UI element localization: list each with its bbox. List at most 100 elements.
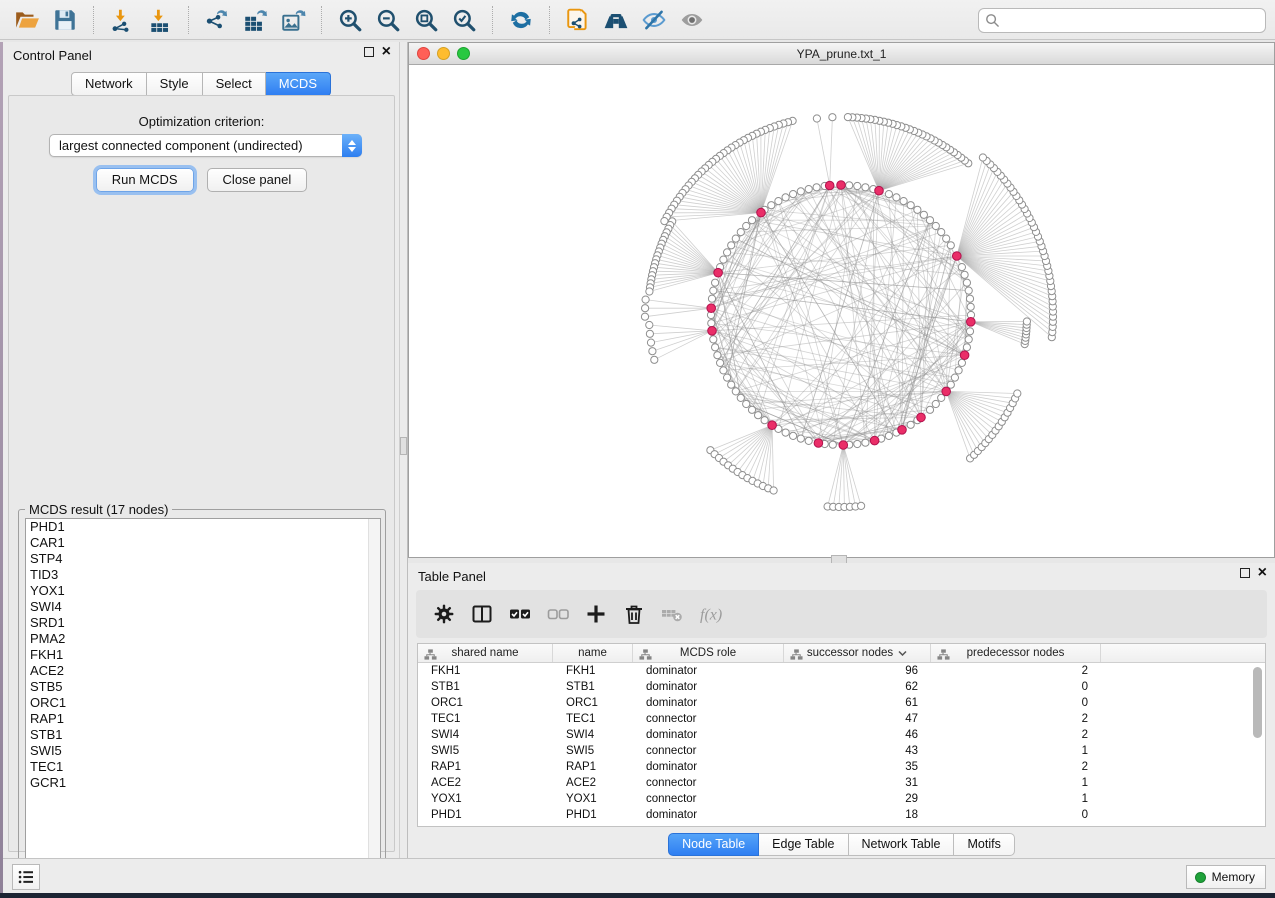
network-node[interactable] [862,184,869,191]
network-node[interactable] [712,344,719,351]
float-panel-icon[interactable] [364,47,374,57]
network-node[interactable] [965,336,972,343]
network-node[interactable] [885,191,892,198]
network-node[interactable] [710,336,717,343]
network-node[interactable] [728,242,735,249]
network-node[interactable] [775,198,782,205]
network-node[interactable] [761,417,768,424]
mcds-hub-node[interactable] [714,268,723,277]
mcds-hub-node[interactable] [953,252,962,261]
network-leaf-node[interactable] [642,296,649,303]
zoom-in-button[interactable] [331,3,369,37]
table-row[interactable]: YOX1YOX1connector291 [418,791,1265,807]
first-neighbors-button[interactable] [597,3,635,37]
tab-style[interactable]: Style [147,72,203,96]
network-node[interactable] [951,374,958,381]
zoom-out-button[interactable] [369,3,407,37]
import-network-button[interactable] [103,3,141,37]
mcds-result-item[interactable]: PHD1 [26,519,380,535]
tab-motifs[interactable]: Motifs [954,833,1014,856]
network-node[interactable] [708,320,715,327]
add-button[interactable] [580,597,612,631]
network-node[interactable] [958,359,965,366]
mcds-result-item[interactable]: SWI5 [26,743,380,759]
network-leaf-node[interactable] [1023,318,1030,325]
network-node[interactable] [846,182,853,189]
mcds-result-list[interactable]: PHD1CAR1STP4TID3YOX1SWI4SRD1PMA2FKH1ACE2… [25,518,381,872]
table-scrollbar[interactable] [1252,665,1263,825]
network-node[interactable] [943,235,950,242]
network-node[interactable] [728,381,735,388]
table-row[interactable]: PHD1PHD1dominator180 [418,807,1265,823]
mcds-hub-node[interactable] [837,181,846,190]
table-row[interactable]: ORC1ORC1dominator610 [418,695,1265,711]
network-node[interactable] [712,279,719,286]
network-node[interactable] [862,439,869,446]
network-node[interactable] [914,206,921,213]
select-all-button[interactable] [504,597,536,631]
optimization-criterion-select[interactable]: largest connected component (undirected) [49,134,362,157]
close-panel-button[interactable]: Close panel [207,168,308,192]
network-node[interactable] [907,421,914,428]
mcds-result-item[interactable]: STB1 [26,727,380,743]
network-node[interactable] [854,440,861,447]
mcds-result-item[interactable]: SWI4 [26,599,380,615]
network-node[interactable] [720,367,727,374]
network-node[interactable] [732,235,739,242]
network-leaf-node[interactable] [770,487,777,494]
network-leaf-node[interactable] [642,305,649,312]
apply-layout-button[interactable] [502,3,540,37]
network-leaf-node[interactable] [979,154,986,161]
vertical-splitter[interactable] [400,42,408,858]
network-leaf-node[interactable] [1014,390,1021,397]
search-input[interactable] [978,8,1266,33]
zoom-fit-button[interactable] [407,3,445,37]
export-image-button[interactable] [274,3,312,37]
network-node[interactable] [900,198,907,205]
network-node[interactable] [737,229,744,236]
network-node[interactable] [926,406,933,413]
mcds-result-item[interactable]: ORC1 [26,695,380,711]
network-node[interactable] [743,400,750,407]
network-node[interactable] [724,249,731,256]
network-node[interactable] [797,435,804,442]
network-node[interactable] [961,271,968,278]
column-header-predecessor-nodes[interactable]: predecessor nodes [931,644,1101,662]
network-canvas[interactable] [409,65,1274,557]
network-node[interactable] [748,406,755,413]
mcds-result-item[interactable]: STP4 [26,551,380,567]
mcds-list-scrollbar[interactable] [368,519,380,871]
mcds-result-item[interactable]: RAP1 [26,711,380,727]
network-node[interactable] [958,264,965,271]
network-node[interactable] [965,287,972,294]
column-header-shared-name[interactable]: shared name [418,644,553,662]
network-leaf-node[interactable] [646,288,653,295]
deselect-all-button[interactable] [542,597,574,631]
mcds-result-item[interactable]: FKH1 [26,647,380,663]
tab-edge-table[interactable]: Edge Table [759,833,848,856]
column-header-name[interactable]: name [553,644,633,662]
tab-network[interactable]: Network [71,72,147,96]
network-node[interactable] [907,202,914,209]
zoom-selected-button[interactable] [445,3,483,37]
mcds-hub-node[interactable] [960,351,969,360]
mcds-hub-node[interactable] [917,413,926,422]
network-node[interactable] [720,256,727,263]
network-leaf-node[interactable] [813,115,820,122]
network-leaf-node[interactable] [649,348,656,355]
mcds-hub-node[interactable] [707,304,716,313]
mcds-result-item[interactable]: GCR1 [26,775,380,791]
mcds-hub-node[interactable] [825,181,834,190]
show-panels-list-button[interactable] [12,864,40,890]
network-node[interactable] [790,191,797,198]
network-leaf-node[interactable] [829,114,836,121]
delete-button[interactable] [618,597,650,631]
network-node[interactable] [893,194,900,201]
network-node[interactable] [947,242,954,249]
network-node[interactable] [782,429,789,436]
network-node[interactable] [805,437,812,444]
export-table-button[interactable] [236,3,274,37]
network-node[interactable] [797,188,804,195]
column-header-successor-nodes[interactable]: successor nodes [784,644,931,662]
network-node[interactable] [737,394,744,401]
